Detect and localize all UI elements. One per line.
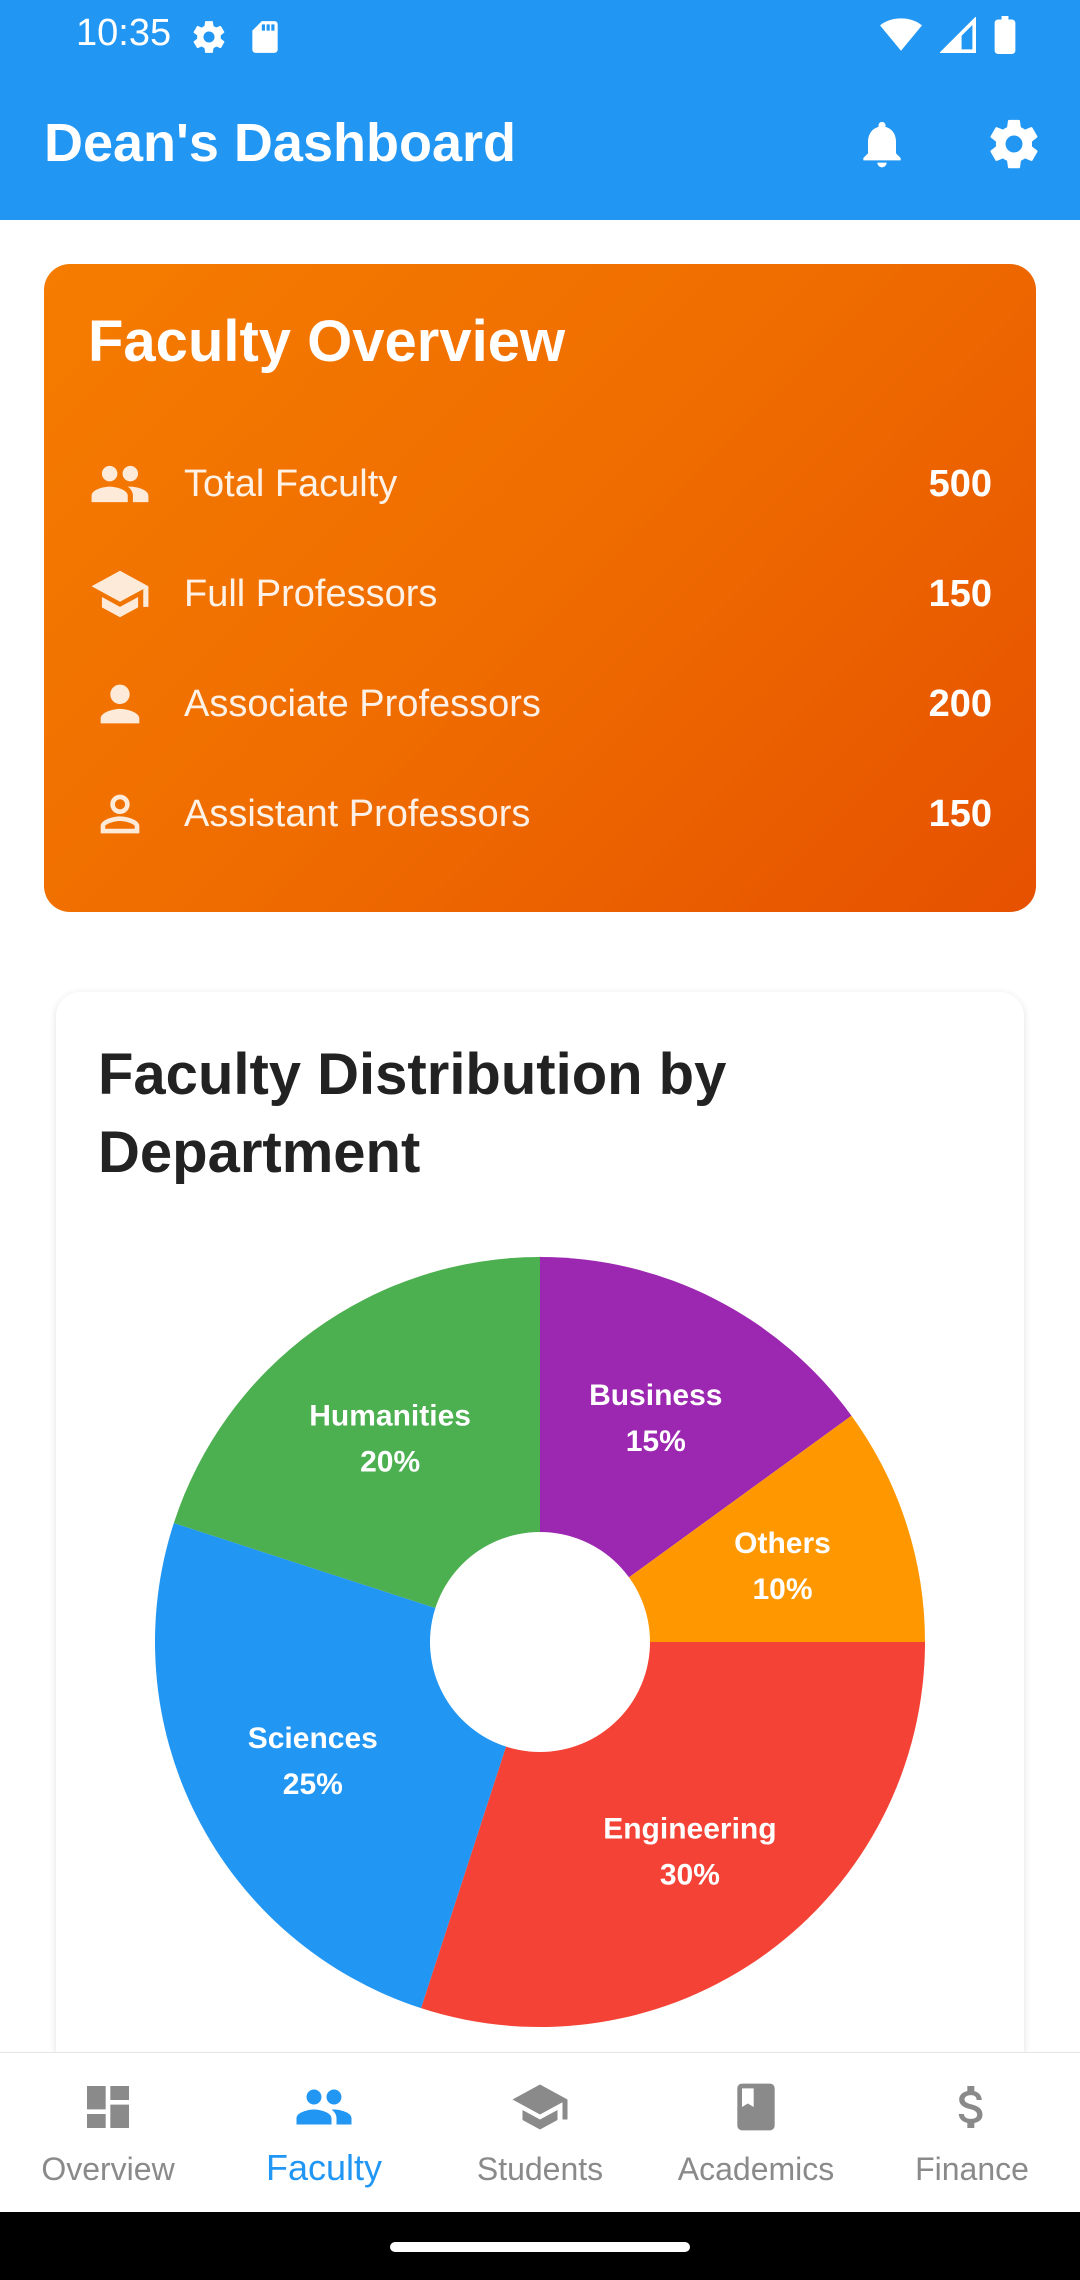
app-bar: Dean's Dashboard	[0, 72, 1080, 220]
nav-label: Faculty	[265, 2147, 383, 2188]
stat-row-associate-professors: Associate Professors 200	[88, 664, 992, 744]
slice-label: Engineering	[603, 1812, 776, 1845]
nav-item-faculty[interactable]: Faculty	[216, 2053, 432, 2212]
person-icon	[88, 672, 152, 736]
graduation-cap-icon	[510, 2077, 570, 2137]
page-title: Dean's Dashboard	[44, 113, 516, 173]
overview-title: Faculty Overview	[88, 309, 566, 374]
faculty-overview-card: Faculty Overview Total Faculty 500 Full …	[44, 264, 1036, 912]
gear-icon	[985, 115, 1043, 178]
home-gesture-handle[interactable]	[390, 2242, 690, 2252]
dollar-icon	[942, 2077, 1002, 2137]
faculty-distribution-card: Faculty Distribution by Department Busin…	[56, 992, 1024, 2072]
slice-label: Sciences	[248, 1722, 378, 1755]
stat-label: Assistant Professors	[184, 792, 531, 835]
dashboard-icon	[78, 2077, 138, 2137]
graduation-cap-icon	[88, 562, 152, 626]
stat-value: 500	[928, 462, 992, 505]
battery-icon	[994, 16, 1016, 59]
settings-button[interactable]	[976, 108, 1052, 184]
stat-row-total-faculty: Total Faculty 500	[88, 444, 992, 524]
slice-percent-label: 25%	[283, 1768, 343, 1801]
slice-label: Business	[589, 1379, 722, 1412]
stat-row-full-professors: Full Professors 150	[88, 554, 992, 634]
bell-icon	[854, 116, 910, 177]
donut-hole	[430, 1532, 650, 1752]
people-icon	[294, 2077, 354, 2137]
slice-percent-label: 30%	[660, 1858, 720, 1891]
slice-percent-label: 20%	[360, 1446, 420, 1479]
signal-icon	[939, 16, 976, 58]
pie-chart: Business 15% Others 10% Engineering 30% Scienc…	[155, 1257, 925, 2027]
system-gesture-bar	[0, 2212, 1080, 2280]
stat-value: 150	[928, 792, 992, 835]
nav-item-overview[interactable]: Overview	[0, 2053, 216, 2212]
nav-item-academics[interactable]: Academics	[648, 2053, 864, 2212]
wifi-icon	[880, 17, 922, 58]
slice-label: Others	[734, 1527, 831, 1560]
sd-card-icon	[248, 18, 282, 61]
stat-value: 150	[928, 572, 992, 615]
bottom-navigation: Overview Faculty Students Academics Fina…	[0, 2052, 1080, 2212]
book-icon	[726, 2077, 786, 2137]
nav-item-finance[interactable]: Finance	[864, 2053, 1080, 2212]
person-outline-icon	[88, 782, 152, 846]
stat-label: Full Professors	[184, 572, 438, 615]
status-time: 10:35	[76, 12, 172, 54]
stat-row-assistant-professors: Assistant Professors 150	[88, 774, 992, 854]
people-icon	[88, 452, 152, 516]
notifications-button[interactable]	[844, 108, 920, 184]
nav-label: Overview	[41, 2151, 175, 2187]
slice-label: Humanities	[309, 1400, 471, 1433]
stat-label: Associate Professors	[184, 682, 541, 725]
slice-percent-label: 15%	[626, 1425, 686, 1458]
status-bar: 10:35	[0, 0, 1080, 72]
nav-label: Students	[476, 2151, 604, 2187]
nav-label: Academics	[677, 2151, 835, 2187]
nav-item-students[interactable]: Students	[432, 2053, 648, 2212]
stat-value: 200	[928, 682, 992, 725]
settings-status-icon	[190, 18, 228, 61]
slice-percent-label: 10%	[752, 1573, 812, 1606]
stat-label: Total Faculty	[184, 462, 398, 505]
nav-label: Finance	[915, 2151, 1029, 2187]
